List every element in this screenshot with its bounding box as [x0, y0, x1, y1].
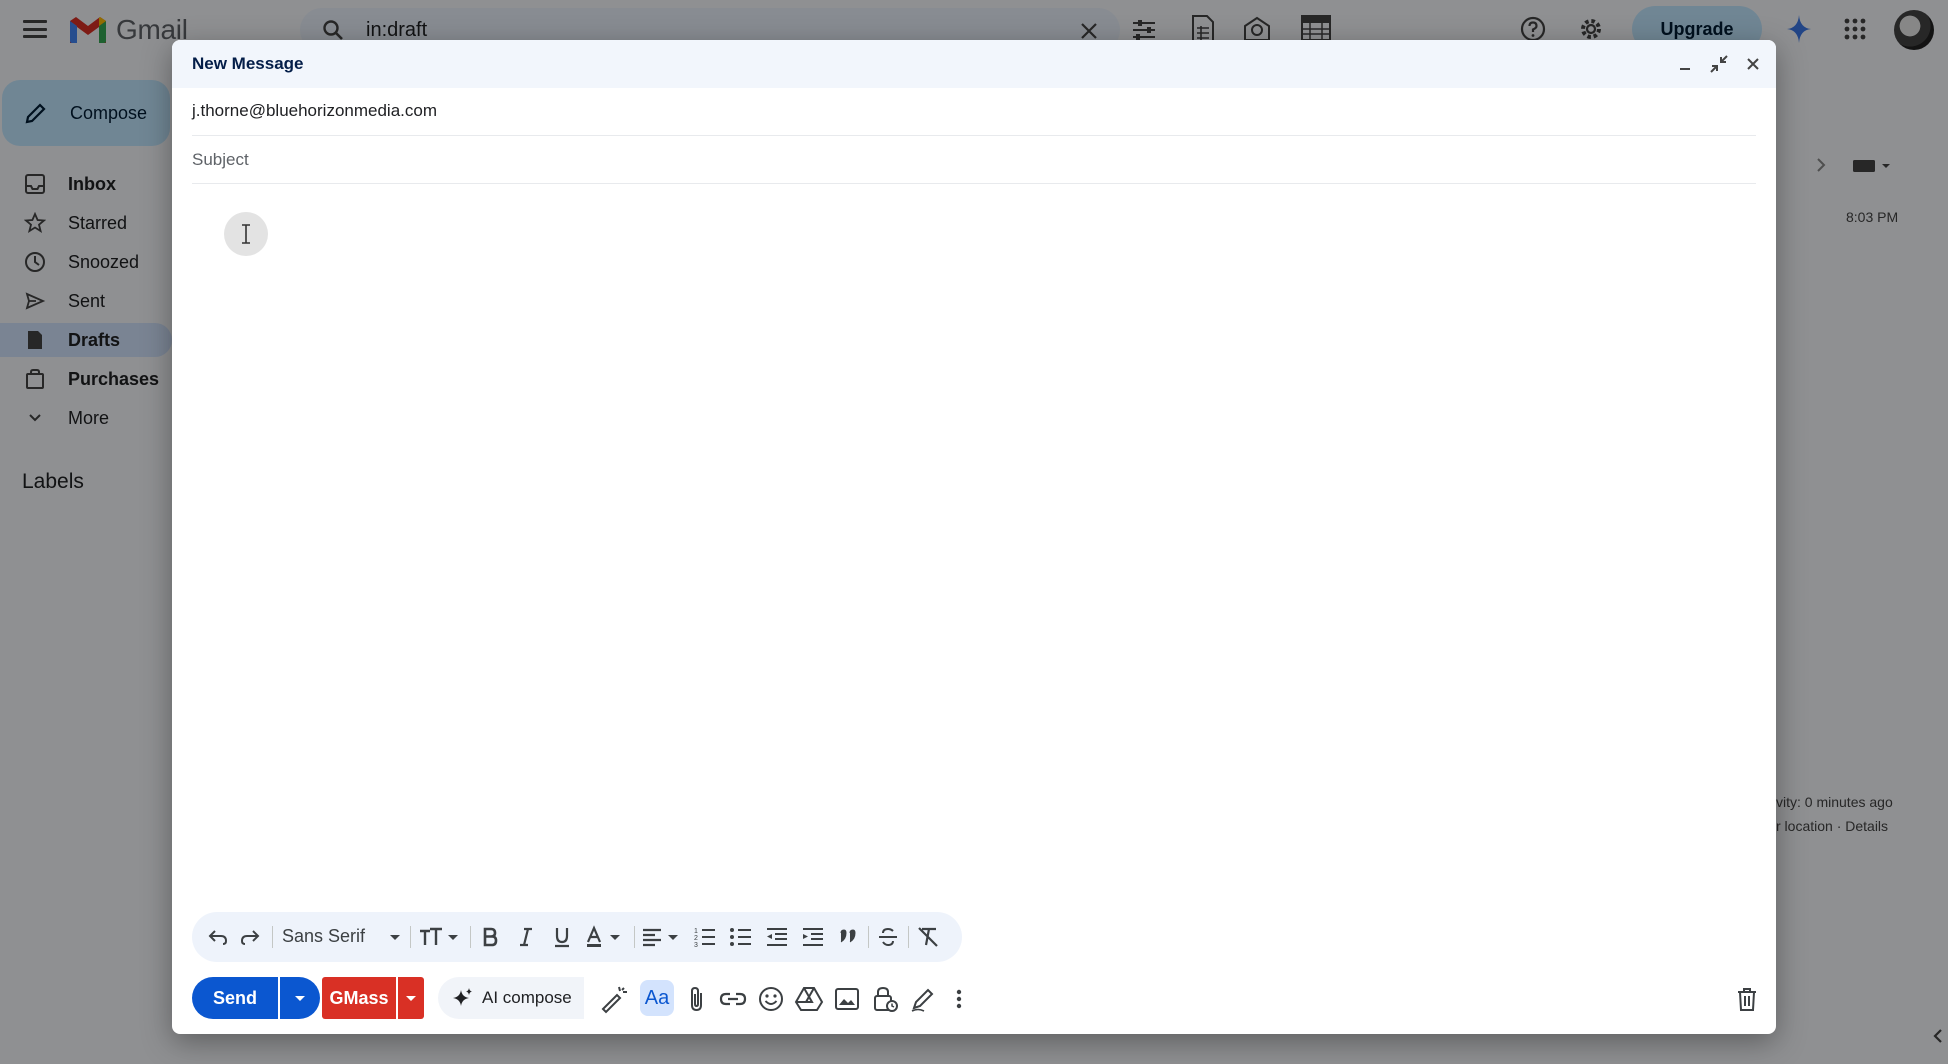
sparkle-icon — [453, 988, 472, 1006]
recipients-field[interactable]: j.thorne@bluehorizonmedia.com — [192, 88, 1756, 136]
formatting-options-button[interactable]: Aa — [640, 980, 674, 1016]
numbered-list-icon[interactable]: 123 — [692, 922, 718, 952]
signature-pen-icon[interactable] — [908, 984, 938, 1014]
undo-icon[interactable] — [206, 922, 230, 952]
compose-dialog: New Message j.thorne@bluehorizonmedia.co… — [172, 40, 1776, 1034]
subject-input[interactable] — [192, 146, 1692, 174]
message-body[interactable] — [192, 186, 1756, 926]
more-options-icon[interactable] — [944, 984, 974, 1014]
send-options-button[interactable] — [280, 977, 320, 1019]
send-button[interactable]: Send — [192, 977, 278, 1019]
toolbar-divider — [272, 926, 273, 948]
toolbar-divider — [470, 926, 471, 948]
italic-icon[interactable] — [514, 922, 538, 952]
insert-photo-icon[interactable] — [832, 984, 862, 1014]
toolbar-divider — [410, 926, 411, 948]
text-cursor-icon — [224, 212, 268, 256]
recipient-address[interactable]: j.thorne@bluehorizonmedia.com — [192, 101, 437, 121]
indent-more-icon[interactable] — [800, 922, 826, 952]
font-size-icon[interactable] — [418, 922, 462, 952]
discard-draft-icon[interactable] — [1732, 984, 1762, 1014]
attach-file-icon[interactable] — [682, 984, 712, 1014]
font-family-select[interactable]: Sans Serif — [282, 926, 365, 947]
remove-formatting-icon[interactable] — [916, 922, 942, 952]
text-color-icon[interactable] — [584, 922, 626, 952]
emoji-icon[interactable] — [756, 984, 786, 1014]
svg-text:2: 2 — [694, 935, 698, 942]
bulleted-list-icon[interactable] — [728, 922, 754, 952]
ai-compose-button[interactable]: AI compose — [438, 977, 584, 1019]
gmass-button[interactable]: GMass — [322, 977, 396, 1019]
toolbar-divider — [634, 926, 635, 948]
svg-text:3: 3 — [694, 942, 698, 949]
indent-less-icon[interactable] — [764, 922, 790, 952]
toolbar-divider — [868, 926, 869, 948]
caret-down-icon — [406, 996, 416, 1001]
svg-text:1: 1 — [694, 928, 698, 935]
font-dropdown-icon[interactable] — [388, 922, 402, 952]
compose-header[interactable]: New Message — [172, 40, 1776, 88]
ai-compose-label: AI compose — [482, 988, 572, 1007]
strikethrough-icon[interactable] — [876, 922, 900, 952]
quote-icon[interactable] — [836, 922, 860, 952]
subject-field[interactable] — [192, 136, 1756, 184]
align-icon[interactable] — [640, 922, 682, 952]
underline-icon[interactable] — [550, 922, 574, 952]
redo-icon[interactable] — [238, 922, 262, 952]
formatting-toolbar: Sans Serif 123 — [192, 912, 962, 962]
insert-link-icon[interactable] — [718, 984, 748, 1014]
close-icon[interactable] — [1742, 53, 1764, 75]
confidential-mode-icon[interactable] — [870, 984, 900, 1014]
bold-icon[interactable] — [478, 922, 502, 952]
magic-wand-icon[interactable] — [598, 984, 628, 1014]
exit-fullscreen-icon[interactable] — [1708, 53, 1730, 75]
toolbar-divider — [908, 926, 909, 948]
caret-down-icon — [295, 996, 305, 1001]
compose-title: New Message — [192, 54, 304, 73]
gmass-options-button[interactable] — [398, 977, 424, 1019]
minimize-icon[interactable] — [1674, 53, 1696, 75]
google-drive-icon[interactable] — [794, 984, 824, 1014]
